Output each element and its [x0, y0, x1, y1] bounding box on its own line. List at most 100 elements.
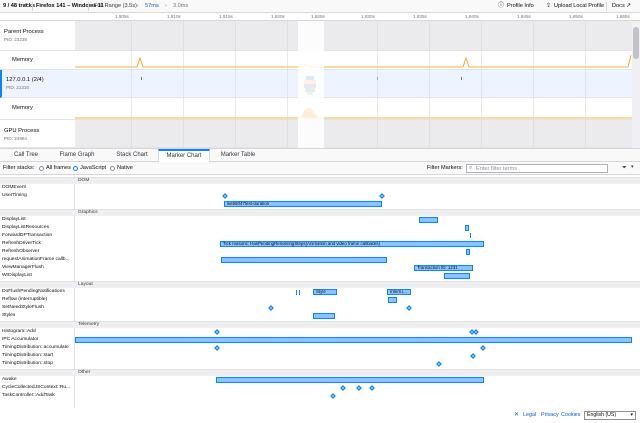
- breadcrumb-range-57ms[interactable]: 57ms: [145, 3, 159, 10]
- marker-instant[interactable]: [379, 193, 385, 199]
- divider: [606, 2, 607, 11]
- scrollbar-thumb[interactable]: [633, 27, 639, 59]
- marker-row-label: Styles: [2, 313, 16, 318]
- content-process-activity-graph[interactable]: [75, 70, 632, 98]
- marker-chart[interactable]: DOM DOMEvent UserTiming web6047test-dura…: [0, 175, 640, 408]
- track-content-process[interactable]: 127.0.0.1 (2/4) PID: 21316: [0, 70, 75, 98]
- radio-native[interactable]: [110, 166, 115, 171]
- marker-bar-refresh-observer[interactable]: [466, 249, 470, 255]
- track-memory-content[interactable]: Memory: [0, 98, 75, 120]
- language-select[interactable]: English (US) ▾: [584, 411, 636, 420]
- marker-instant[interactable]: [214, 329, 220, 335]
- memory-graph-parent[interactable]: [75, 51, 632, 70]
- radio-label-javascript[interactable]: JavaScript: [80, 165, 106, 172]
- marker-bar-reflow[interactable]: [388, 297, 397, 303]
- track-count-button[interactable]: 9 / 48 tracks: [3, 3, 35, 10]
- marker-row-label: DoFlushPendingNotifications: [2, 289, 65, 294]
- legal-link[interactable]: Legal: [523, 412, 536, 418]
- track-name: Memory: [12, 105, 33, 111]
- radio-label-native[interactable]: Native: [117, 165, 133, 172]
- track-pid: PID: 23238: [4, 37, 27, 42]
- track-name: GPU Process: [4, 128, 40, 134]
- tab-marker-table[interactable]: Marker Table: [214, 149, 262, 162]
- tab-flame-graph[interactable]: Flame Graph: [55, 149, 99, 162]
- chevron-down-icon: ▾: [630, 412, 633, 418]
- search-placeholder: Enter filter terms: [476, 165, 518, 172]
- ruler-tick: 1,850s: [569, 14, 583, 19]
- marker-instant[interactable]: [369, 385, 375, 391]
- tab-call-tree[interactable]: Call Tree: [8, 149, 44, 162]
- tick-line: [585, 21, 586, 148]
- memory-graph-content[interactable]: [75, 98, 632, 120]
- marker-bar-display-list[interactable]: [419, 217, 438, 223]
- category-label: Other: [78, 370, 91, 375]
- marker-bar-ipc-accumulator[interactable]: [75, 337, 632, 343]
- marker-instant[interactable]: [340, 385, 346, 391]
- upload-icon: ⇪: [546, 3, 552, 9]
- category-row-layout: Layout: [0, 281, 640, 288]
- tick-line: [183, 21, 184, 148]
- marker-bar-styles[interactable]: [313, 313, 335, 319]
- marker-instant[interactable]: [480, 345, 486, 351]
- gpu-process-activity-graph[interactable]: [75, 120, 632, 148]
- filter-funnel-icon[interactable]: ⏷: [622, 165, 627, 171]
- tab-marker-chart[interactable]: Marker Chart: [158, 149, 210, 162]
- preview-selection[interactable]: [298, 21, 324, 148]
- profile-info-button[interactable]: Profile Info: [507, 3, 534, 10]
- marker-filter-input[interactable]: ⌕ Enter filter terms: [466, 164, 608, 173]
- marker-bar-user-timing[interactable]: web6047test-duration: [224, 201, 382, 207]
- radio-javascript[interactable]: [73, 166, 78, 171]
- track-memory-parent[interactable]: Memory: [0, 51, 75, 70]
- marker-instant[interactable]: [222, 193, 228, 199]
- details-tab-bar: Call Tree Flame Graph Stack Chart Marker…: [0, 148, 640, 162]
- marker-row-label: SetNeedStyleFlush: [2, 305, 44, 310]
- chevron-down-icon: ▾: [25, 2, 28, 8]
- marker-instant[interactable]: [436, 361, 442, 367]
- chevron-down-icon[interactable]: ▾: [631, 165, 634, 170]
- docs-button[interactable]: Docs: [612, 3, 625, 10]
- upload-local-profile-button[interactable]: Upload Local Profile: [554, 3, 604, 10]
- ruler-tick: 1,820s: [271, 14, 285, 19]
- marker-bar-request-animation-frame[interactable]: [221, 257, 387, 263]
- track-name: Parent Process: [4, 29, 44, 35]
- filter-stacks-label: Filter stacks:: [3, 165, 35, 171]
- marker-row-label: CycleCollectedJSContext::Ru...: [2, 385, 71, 390]
- marker-row-label: DOMEvent: [2, 185, 26, 190]
- marker-instant[interactable]: [268, 305, 274, 311]
- marker-instant[interactable]: [356, 385, 362, 391]
- marker-row-label: IPC Accumulator: [2, 337, 39, 342]
- marker-instant[interactable]: [406, 305, 412, 311]
- track-gpu-process[interactable]: GPU Process PID: 24964: [0, 120, 75, 148]
- marker-instant[interactable]: [330, 393, 336, 399]
- marker-bar-view-manager-flush[interactable]: Transaction ID: 1231: [414, 265, 473, 271]
- marker-flush[interactable]: [296, 290, 297, 295]
- tick-line: [481, 21, 482, 148]
- marker-bar-wr-display-list[interactable]: [444, 273, 470, 279]
- marker-bar-display-list-resources[interactable]: [465, 225, 469, 231]
- marker-bar-awake[interactable]: [216, 377, 484, 383]
- marker-instant[interactable]: [473, 329, 479, 335]
- ruler-tick: 1,830s: [361, 14, 375, 19]
- timeline-scrollbar[interactable]: [632, 21, 640, 148]
- radio-all-frames[interactable]: [39, 166, 44, 171]
- marker-instant[interactable]: [470, 353, 476, 359]
- privacy-link[interactable]: Privacy: [541, 412, 559, 418]
- category-row-dom: DOM: [0, 177, 640, 184]
- marker-bar-interruptible[interactable]: Interru…: [387, 289, 411, 295]
- track-parent-process[interactable]: Parent Process PID: 23238: [0, 21, 75, 51]
- parent-process-activity-graph[interactable]: [75, 21, 632, 51]
- marker-row-label: RefreshObserver: [2, 249, 40, 254]
- marker-bar-styles-flush[interactable]: Style: [313, 289, 337, 295]
- category-row-graphics: Graphics: [0, 209, 640, 216]
- tick-line: [287, 21, 288, 148]
- close-icon[interactable]: ✕: [514, 412, 519, 418]
- marker-instant[interactable]: [214, 345, 220, 351]
- breadcrumb-full-range[interactable]: Full Range (3.5s): [94, 3, 137, 10]
- marker-bar-refresh-driver-tick[interactable]: Tick reasons: HasPendingRenderingSteps(A…: [220, 241, 484, 247]
- tab-stack-chart[interactable]: Stack Chart: [110, 149, 154, 162]
- marker-flush[interactable]: [299, 290, 300, 295]
- cookies-link[interactable]: Cookies: [561, 412, 580, 418]
- radio-label-all-frames[interactable]: All frames: [46, 165, 71, 172]
- marker-forward-dp[interactable]: [470, 233, 471, 238]
- ruler-tick: 1,835s: [413, 14, 427, 19]
